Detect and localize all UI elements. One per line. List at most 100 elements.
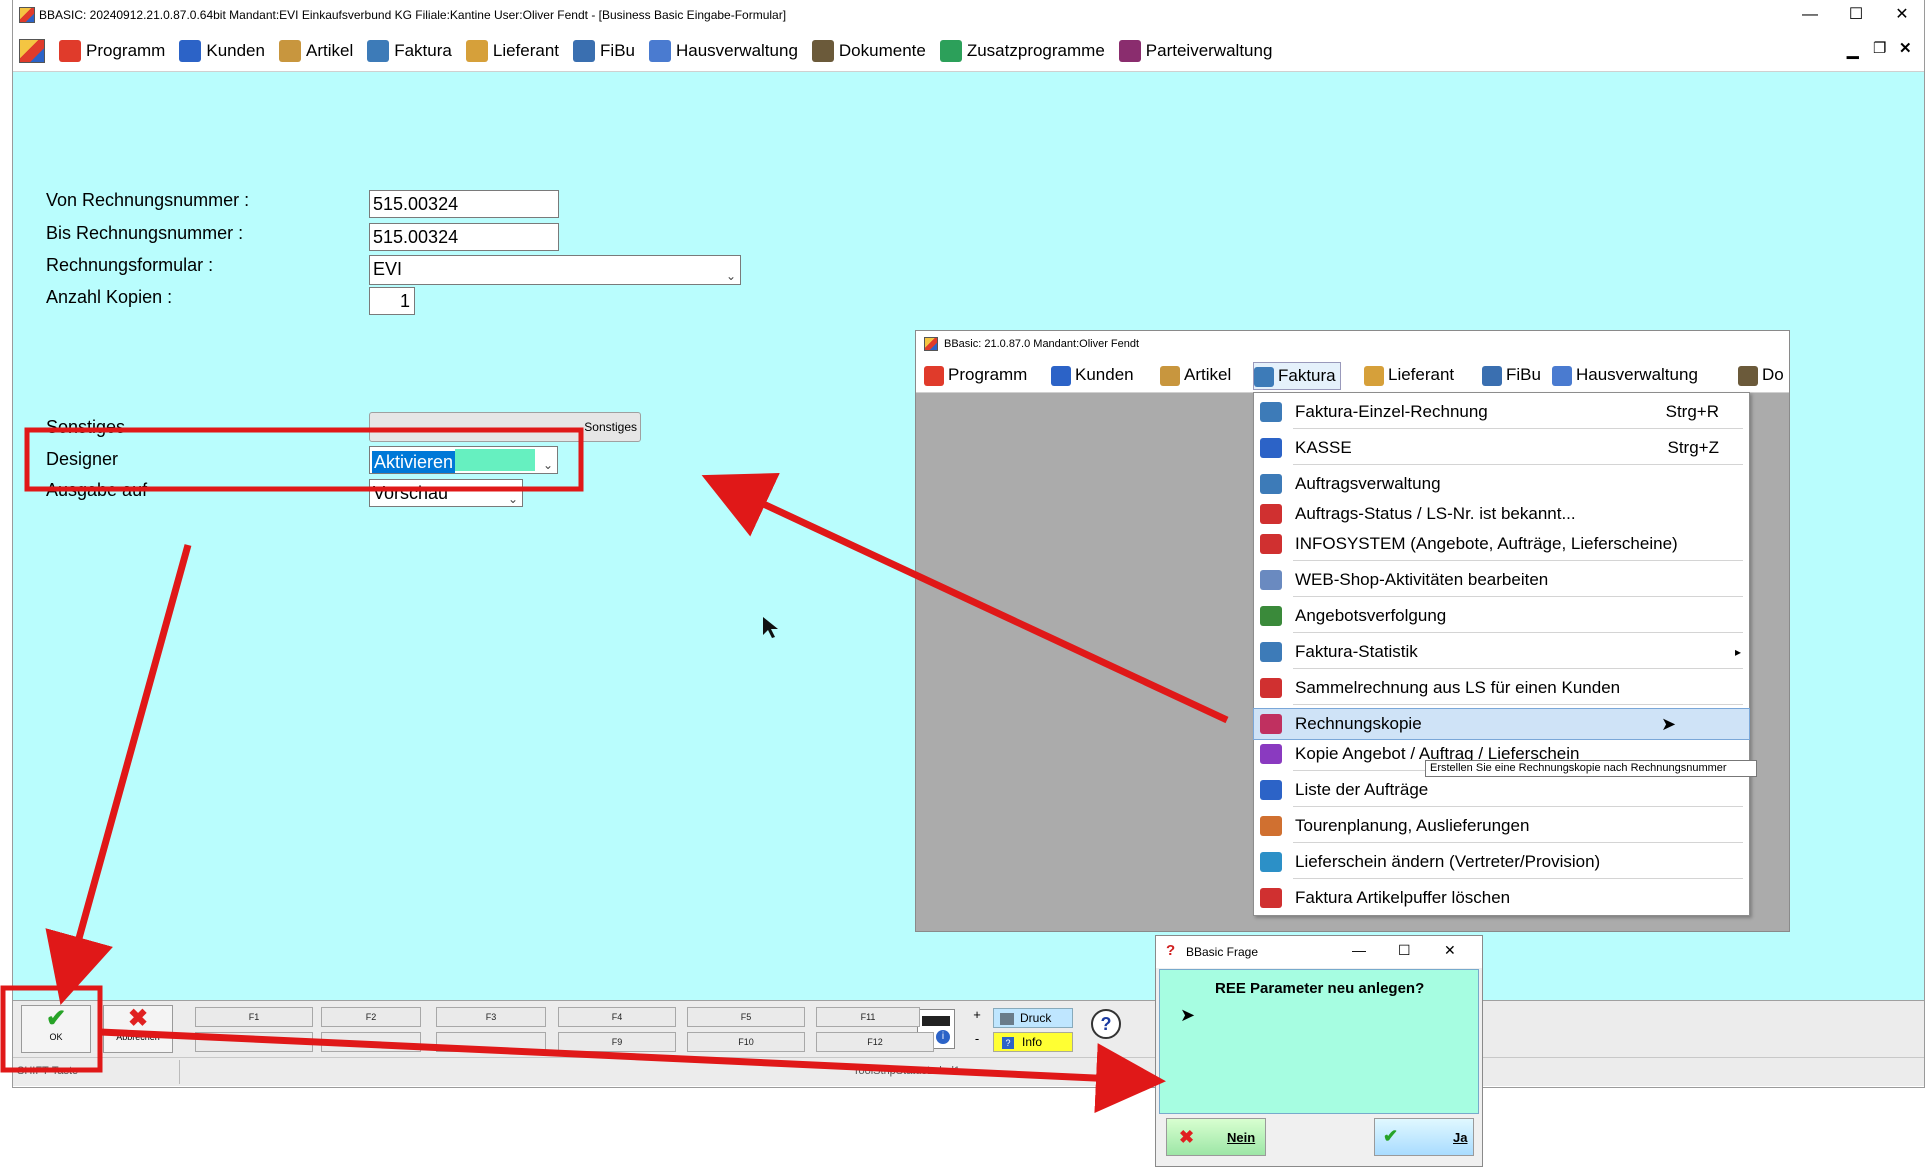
cancel-label: Abbrechen [116, 1032, 160, 1042]
faktura-menu-label: Liste der Aufträge [1295, 780, 1429, 799]
mdi-minimize-button[interactable]: ▁ [1847, 41, 1859, 59]
menu-label: Kunden [206, 41, 265, 60]
tooltip: Erstellen Sie eine Rechnungskopie nach R… [1425, 760, 1757, 777]
fkey-f9[interactable]: F9 [558, 1032, 676, 1052]
faktura-menu-item[interactable]: Faktura-Einzel-Rechnung Strg+R [1254, 397, 1749, 427]
fkey-blank[interactable] [195, 1032, 313, 1052]
ok-button[interactable]: ✔ OK [21, 1005, 91, 1053]
yes-button[interactable]: ✔ Ja [1374, 1118, 1474, 1156]
inset-menu-label: Hausverwaltung [1576, 365, 1698, 384]
menu-artikel[interactable]: Artikel [278, 32, 353, 70]
menu-separator [1293, 668, 1743, 669]
anzahl-kopien-input[interactable]: 1 [369, 287, 415, 315]
edit-delivery-icon [1260, 852, 1282, 872]
offer-tracking-icon [1260, 606, 1282, 626]
inset-menu-lieferant[interactable]: Lieferant [1364, 362, 1454, 388]
inset-menu-fibu[interactable]: FiBu [1482, 362, 1541, 388]
invoice-copy-icon [1260, 714, 1282, 734]
fkey-f1[interactable]: F1 [195, 1007, 313, 1027]
menu-fibu[interactable]: FiBu [573, 32, 635, 70]
faktura-menu-label: INFOSYSTEM (Angebote, Aufträge, Liefersc… [1295, 534, 1678, 553]
fkey-f2[interactable]: F2 [321, 1007, 421, 1027]
faktura-menu-item[interactable]: Faktura-Statistik ▸ [1254, 637, 1749, 667]
menu-faktura[interactable]: Faktura [367, 32, 452, 70]
close-button[interactable]: ✕ [1879, 2, 1925, 28]
sonstiges-button[interactable]: Sonstiges [369, 412, 641, 442]
cancel-button[interactable]: ✖ Abbrechen [103, 1005, 173, 1053]
maximize-button[interactable]: ☐ [1833, 2, 1879, 28]
faktura-menu-item[interactable]: WEB-Shop-Aktivitäten bearbeiten [1254, 565, 1749, 595]
menu-parteiverwaltung[interactable]: Parteiverwaltung [1118, 32, 1273, 70]
dialog-maximize-button[interactable]: ☐ [1398, 942, 1411, 959]
inset-menu-icon [1254, 366, 1274, 387]
faktura-menu-item[interactable]: Tourenplanung, Auslieferungen [1254, 811, 1749, 841]
inset-menu-do[interactable]: Do [1738, 362, 1784, 388]
menu-hausverwaltung[interactable]: Hausverwaltung [649, 32, 798, 70]
menu-dokumente[interactable]: Dokumente [811, 32, 926, 70]
menu-lieferant[interactable]: Lieferant [465, 32, 559, 70]
inset-menu-icon [1364, 365, 1384, 386]
druck-label: Druck [1020, 1011, 1052, 1025]
faktura-menu-item[interactable]: Liste der Aufträge [1254, 775, 1749, 805]
inset-menu-artikel[interactable]: Artikel [1160, 362, 1231, 388]
ausgabe-select[interactable]: Vorschau ⌄ [369, 479, 523, 507]
no-button[interactable]: ✖ Nein [1166, 1118, 1266, 1156]
fkey-f10[interactable]: F10 [687, 1032, 805, 1052]
mdi-restore-button[interactable]: ❐ [1873, 39, 1886, 57]
inset-menu-icon [1552, 365, 1572, 386]
menu-separator [1293, 428, 1743, 429]
inset-menu-faktura[interactable]: Faktura [1253, 362, 1341, 390]
bis-rechnungsnummer-input[interactable]: 515.00324 [369, 223, 559, 251]
menu-kunden[interactable]: Kunden [179, 32, 265, 70]
inset-menu-hausverwaltung[interactable]: Hausverwaltung [1552, 362, 1698, 388]
faktura-menu-item[interactable]: Auftrags-Status / LS-Nr. ist bekannt... [1254, 499, 1749, 529]
faktura-menu-item[interactable]: KASSE Strg+Z [1254, 433, 1749, 463]
druck-button[interactable]: Druck [993, 1008, 1073, 1028]
info-button[interactable]: ? Info [993, 1032, 1073, 1052]
faktura-menu-item[interactable]: Lieferschein ändern (Vertreter/Provision… [1254, 847, 1749, 877]
menu-separator [1293, 704, 1743, 705]
faktura-menu-item[interactable]: Faktura Artikelpuffer löschen [1254, 883, 1749, 913]
mdi-close-button[interactable]: ✕ [1899, 39, 1912, 57]
fkey-f3[interactable]: F3 [436, 1007, 546, 1027]
menu-label: Parteiverwaltung [1145, 41, 1273, 60]
no-label: Nein [1227, 1130, 1256, 1145]
title-bar: BBASIC: 20240912.21.0.87.0.64bit Mandant… [13, 0, 1924, 30]
fkey-f5[interactable]: F5 [687, 1007, 805, 1027]
help-icon[interactable]: ? [1091, 1009, 1121, 1039]
addons-icon [939, 40, 962, 62]
fkey-f4[interactable]: F4 [558, 1007, 676, 1027]
status-center-label: ToolStripStatusLabel1 [853, 1065, 961, 1077]
faktura-menu-item[interactable]: Sammelrechnung aus LS für einen Kunden [1254, 673, 1749, 703]
faktura-menu-label: Auftragsverwaltung [1295, 474, 1441, 493]
fkey-f12[interactable]: F12 [816, 1032, 934, 1052]
von-rechnungsnummer-label: Von Rechnungsnummer : [46, 190, 250, 210]
menu-programm[interactable]: Programm [59, 32, 165, 70]
inset-menu-programm[interactable]: Programm [924, 362, 1027, 388]
fkey-blank[interactable] [436, 1032, 546, 1052]
inset-menu-label: Kunden [1075, 365, 1134, 384]
anzahl-kopien-label: Anzahl Kopien : [46, 287, 173, 307]
menu-zusatzprogramme[interactable]: Zusatzprogramme [939, 32, 1105, 70]
inset-window: BBasic: 21.0.87.0 Mandant:Oliver Fendt P… [915, 330, 1790, 932]
designer-select[interactable]: Aktivieren ⌄ [369, 446, 558, 474]
faktura-menu-item[interactable]: Angebotsverfolgung [1254, 601, 1749, 631]
dialog-close-button[interactable]: ✕ [1444, 942, 1456, 959]
faktura-menu-label: Angebotsverfolgung [1295, 606, 1447, 625]
menu-label: Faktura [394, 41, 452, 60]
von-rechnungsnummer-input[interactable]: 515.00324 [369, 190, 559, 218]
faktura-menu-item[interactable]: INFOSYSTEM (Angebote, Aufträge, Liefersc… [1254, 529, 1749, 559]
rechnungsformular-select[interactable]: EVI ⌄ [369, 255, 741, 285]
faktura-menu-item[interactable]: Auftragsverwaltung [1254, 469, 1749, 499]
fkey-blank[interactable] [321, 1032, 421, 1052]
mouse-cursor-icon: ➤ [1180, 1005, 1196, 1025]
checkmark-icon: ✔ [45, 1005, 67, 1032]
dialog-minimize-button[interactable]: — [1352, 942, 1366, 958]
minus-button[interactable]: - [967, 1031, 987, 1051]
inset-menu-kunden[interactable]: Kunden [1051, 362, 1134, 388]
minimize-button[interactable]: — [1787, 2, 1833, 28]
fkey-f11[interactable]: F11 [816, 1007, 920, 1027]
designer-label: Designer [46, 449, 119, 469]
ok-label: OK [49, 1032, 63, 1042]
plus-button[interactable]: + [967, 1007, 987, 1027]
